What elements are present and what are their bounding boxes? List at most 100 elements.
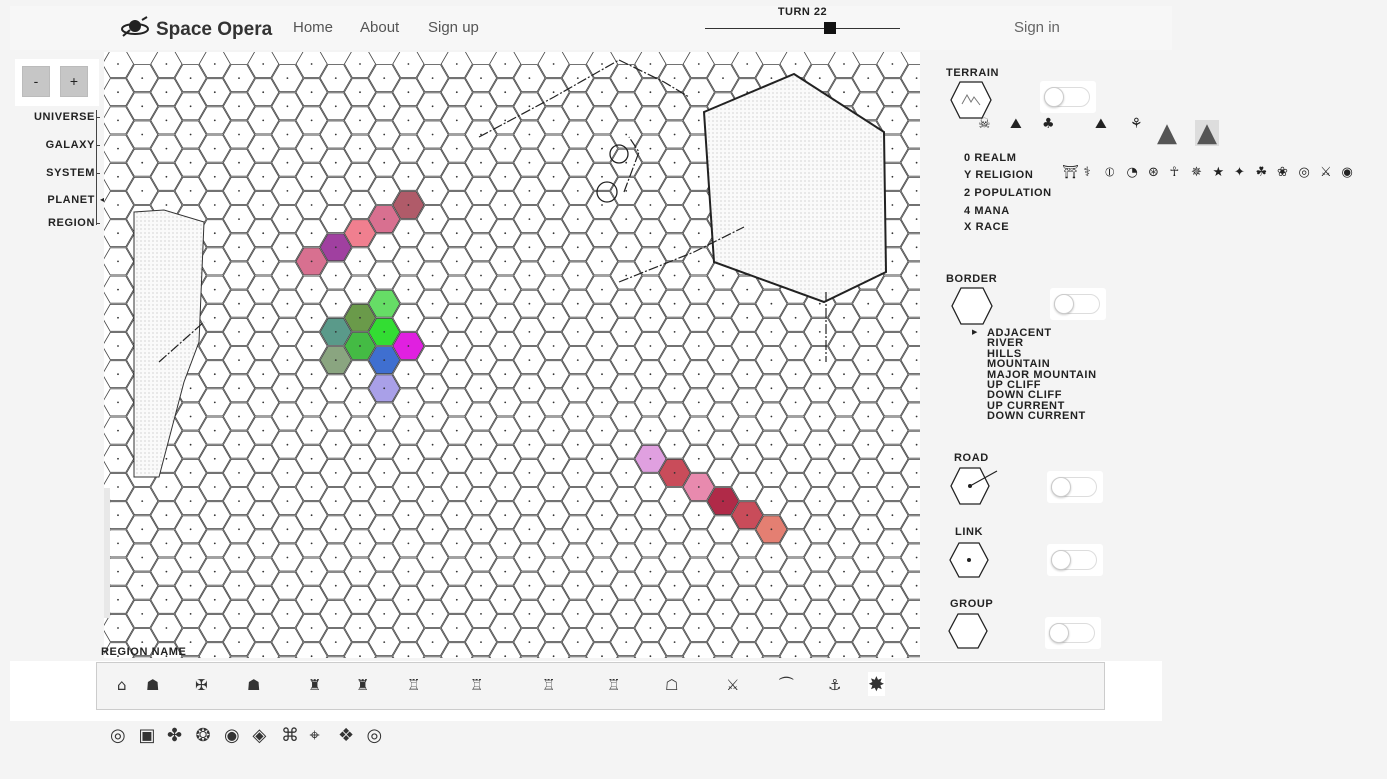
religion-symbol-icon[interactable]: ◉	[1342, 166, 1353, 180]
link-hex-icon[interactable]	[949, 541, 991, 581]
hex-center-dot	[576, 274, 579, 277]
nav-home-link[interactable]: Home	[293, 19, 333, 36]
map-scrollbar[interactable]	[104, 488, 110, 618]
religion-symbol-icon[interactable]: ★	[1213, 166, 1225, 180]
elephant-icon[interactable]: ☗	[247, 676, 260, 694]
guild-hall-icon[interactable]: ☖	[665, 676, 679, 694]
hex-center-dot	[673, 218, 676, 221]
turn-label: TURN 22	[777, 6, 828, 18]
hex-center-dot	[576, 556, 579, 559]
snowy-peaks-icon[interactable]: ⛰	[1010, 117, 1022, 131]
hex-center-dot	[455, 288, 458, 291]
hex-center-dot	[455, 486, 458, 488]
religion-symbol-icon[interactable]: ☘	[1256, 166, 1268, 180]
terrain-hex-icon[interactable]	[950, 80, 992, 120]
forest-icon[interactable]: ♣	[1042, 117, 1055, 131]
resource-icon[interactable]: ◎	[367, 725, 383, 746]
religion-symbol-icon[interactable]: ⚔	[1320, 166, 1332, 180]
resource-icon[interactable]: ◉	[224, 725, 240, 746]
hex-center-dot	[310, 288, 313, 291]
mountain-icon[interactable]: ▲	[1155, 120, 1179, 146]
hex-center-dot	[165, 63, 168, 65]
terrain-toggle[interactable]	[1040, 81, 1096, 113]
border-type-item[interactable]: DOWN CURRENT	[987, 410, 1086, 421]
hut-icon[interactable]: ⌂	[117, 676, 127, 694]
scale-region[interactable]: REGION	[48, 217, 95, 229]
population-stat[interactable]: 2 POPULATION	[964, 187, 1052, 199]
fortress-icon[interactable]: ♖	[607, 676, 621, 694]
tower-icon[interactable]: ♜	[308, 676, 321, 694]
group-hex-icon[interactable]	[948, 612, 990, 652]
race-stat[interactable]: X RACE	[964, 221, 1009, 233]
religion-symbol-icon[interactable]: ⚕	[1084, 166, 1091, 180]
nav-signup-link[interactable]: Sign up	[428, 19, 479, 36]
turn-slider[interactable]: TURN 22	[705, 6, 900, 42]
scale-galaxy[interactable]: GALAXY	[46, 139, 95, 151]
religion-stat[interactable]: Y RELIGION	[964, 169, 1033, 181]
dragon-icon[interactable]: ✠	[195, 676, 208, 694]
realm-stat[interactable]: 0 REALM	[964, 152, 1016, 164]
village-icon[interactable]: ♖	[407, 676, 421, 694]
crossed-swords-icon[interactable]: ⚔	[726, 676, 739, 694]
hex-center-dot	[576, 218, 579, 221]
religion-symbol-icon[interactable]: ◔	[1127, 166, 1138, 180]
scale-planet[interactable]: PLANET	[47, 194, 95, 206]
link-toggle[interactable]	[1047, 544, 1103, 576]
hills-icon[interactable]: ⛰	[1095, 117, 1107, 131]
religion-symbol-icon[interactable]: ✵	[1191, 166, 1202, 180]
road-hex-icon[interactable]	[950, 466, 1000, 506]
road-toggle[interactable]	[1047, 471, 1103, 503]
hex-center-dot	[117, 175, 119, 178]
turn-slider-thumb[interactable]	[823, 22, 836, 34]
zoom-in-button[interactable]: +	[60, 66, 88, 97]
hex-center-dot	[383, 105, 386, 108]
town-icon[interactable]: ♖	[470, 676, 484, 694]
hex-center-dot	[431, 556, 434, 559]
anchor-icon[interactable]: ⚓	[828, 676, 841, 694]
religion-symbol-icon[interactable]: ⛩	[1062, 166, 1079, 180]
hex-center-dot	[359, 232, 361, 235]
nav-about-link[interactable]: About	[360, 19, 399, 36]
hex-center-dot	[576, 161, 579, 164]
zoom-out-button[interactable]: -	[22, 66, 50, 97]
hex-center-dot	[770, 331, 773, 333]
mana-stat[interactable]: 4 MANA	[964, 205, 1010, 217]
resource-icon[interactable]: ◈	[253, 725, 267, 746]
palm-tree-icon[interactable]: ⚘	[1130, 117, 1143, 131]
city-icon[interactable]: ♖	[542, 676, 556, 694]
major-mountain-icon[interactable]: ▲	[1195, 120, 1219, 146]
hex-center-dot	[625, 274, 628, 277]
hex-center-dot	[891, 288, 894, 291]
resource-icon[interactable]: ◎	[110, 725, 126, 746]
religion-symbol-icon[interactable]: ☥	[1170, 166, 1180, 180]
hex-center-dot	[117, 570, 119, 573]
castle-tower-icon[interactable]: ♜	[356, 676, 369, 694]
hex-center-dot	[891, 514, 894, 517]
resource-icon[interactable]: ⌘	[281, 725, 299, 746]
resource-icon[interactable]: ⌖	[310, 725, 320, 746]
resource-icon[interactable]: ✤	[167, 725, 182, 746]
hex-map[interactable]	[104, 52, 920, 658]
scale-system[interactable]: SYSTEM	[46, 167, 95, 179]
hex-map-canvas[interactable]	[104, 52, 920, 658]
resource-icon[interactable]: ❂	[196, 725, 211, 746]
religion-symbol-icon[interactable]: ⦶	[1105, 166, 1114, 180]
hex-center-dot	[697, 91, 700, 94]
group-toggle[interactable]	[1045, 617, 1101, 649]
religion-symbol-icon[interactable]: ◎	[1299, 166, 1310, 180]
skull-crossbones-icon[interactable]: ☠	[978, 117, 991, 131]
resource-icon[interactable]: ❖	[338, 725, 354, 746]
scale-universe[interactable]: UNIVERSE	[34, 111, 95, 123]
brand[interactable]: Space Opera	[120, 16, 272, 43]
house-icon[interactable]: ☗	[146, 676, 159, 694]
border-hex-icon[interactable]	[951, 286, 993, 326]
bridge-icon[interactable]: ⏜	[779, 676, 793, 694]
resource-icon[interactable]: ▣	[139, 725, 156, 746]
star-gate-icon[interactable]: ✸	[868, 672, 885, 696]
turn-slider-track[interactable]	[705, 28, 900, 29]
religion-symbol-icon[interactable]: ✦	[1234, 166, 1245, 180]
border-toggle[interactable]	[1050, 288, 1106, 320]
signin-link[interactable]: Sign in	[1014, 19, 1060, 36]
religion-symbol-icon[interactable]: ⊛	[1148, 166, 1159, 180]
religion-symbol-icon[interactable]: ❀	[1277, 166, 1288, 180]
